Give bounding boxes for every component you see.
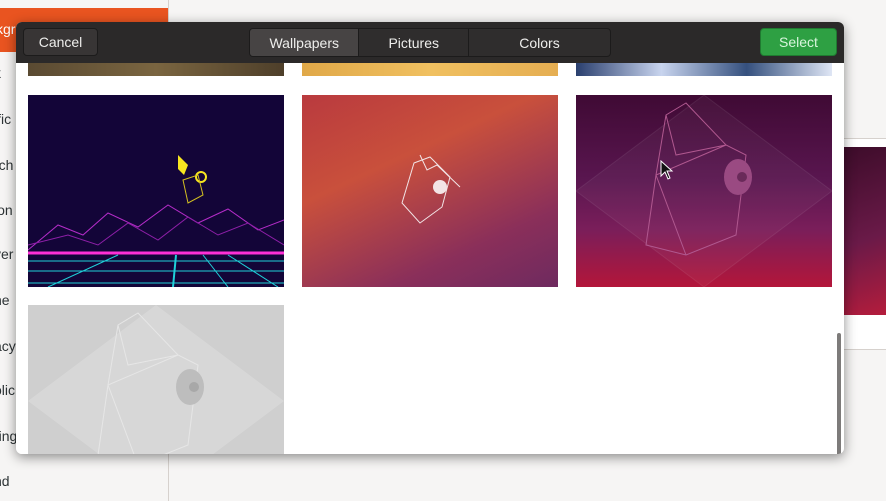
wallpaper-tile[interactable] <box>302 63 558 76</box>
mouse-pointer-icon <box>660 160 674 180</box>
current-background-thumbnail[interactable] <box>844 147 886 315</box>
dialog-headerbar: Cancel Wallpapers Pictures Colors Select <box>16 22 844 64</box>
tab-colors[interactable]: Colors <box>469 29 610 56</box>
wallpaper-tile[interactable] <box>576 63 832 76</box>
wallpaper-tile[interactable] <box>28 305 284 454</box>
sidebar-item[interactable]: k <box>0 65 1 81</box>
wallpaper-tile[interactable] <box>576 95 832 287</box>
sidebar-item[interactable]: ne <box>0 292 10 308</box>
sidebar-item[interactable]: ring <box>0 428 17 444</box>
tab-pictures[interactable]: Pictures <box>359 29 469 56</box>
synthwave-grid-image <box>28 155 284 287</box>
sidebar-item[interactable]: olic <box>0 382 15 398</box>
sidebar-item[interactable]: rch <box>0 157 13 173</box>
wallpaper-tile[interactable] <box>302 95 558 287</box>
hippo-outline-image <box>28 305 284 454</box>
cancel-button[interactable]: Cancel <box>23 28 98 56</box>
hippo-outline-image <box>401 154 461 224</box>
wallpaper-grid <box>16 63 844 454</box>
vertical-scrollbar[interactable] <box>837 333 841 454</box>
wallpaper-tile[interactable] <box>28 63 284 76</box>
tab-wallpapers[interactable]: Wallpapers <box>250 29 360 56</box>
wallpaper-tile[interactable] <box>28 95 284 287</box>
sidebar-item[interactable]: acy <box>0 338 16 354</box>
sidebar-item[interactable]: ific <box>0 111 11 127</box>
source-switcher: Wallpapers Pictures Colors <box>249 28 611 57</box>
sidebar-item[interactable]: ver <box>0 246 13 262</box>
hippo-outline-image <box>576 95 832 287</box>
sidebar-item[interactable]: ion <box>0 202 13 218</box>
sidebar-item[interactable]: nd <box>0 473 10 489</box>
background-chooser-dialog: Cancel Wallpapers Pictures Colors Select <box>16 22 844 454</box>
sidebar-item-label: kgr <box>0 21 16 37</box>
select-button[interactable]: Select <box>760 28 837 56</box>
